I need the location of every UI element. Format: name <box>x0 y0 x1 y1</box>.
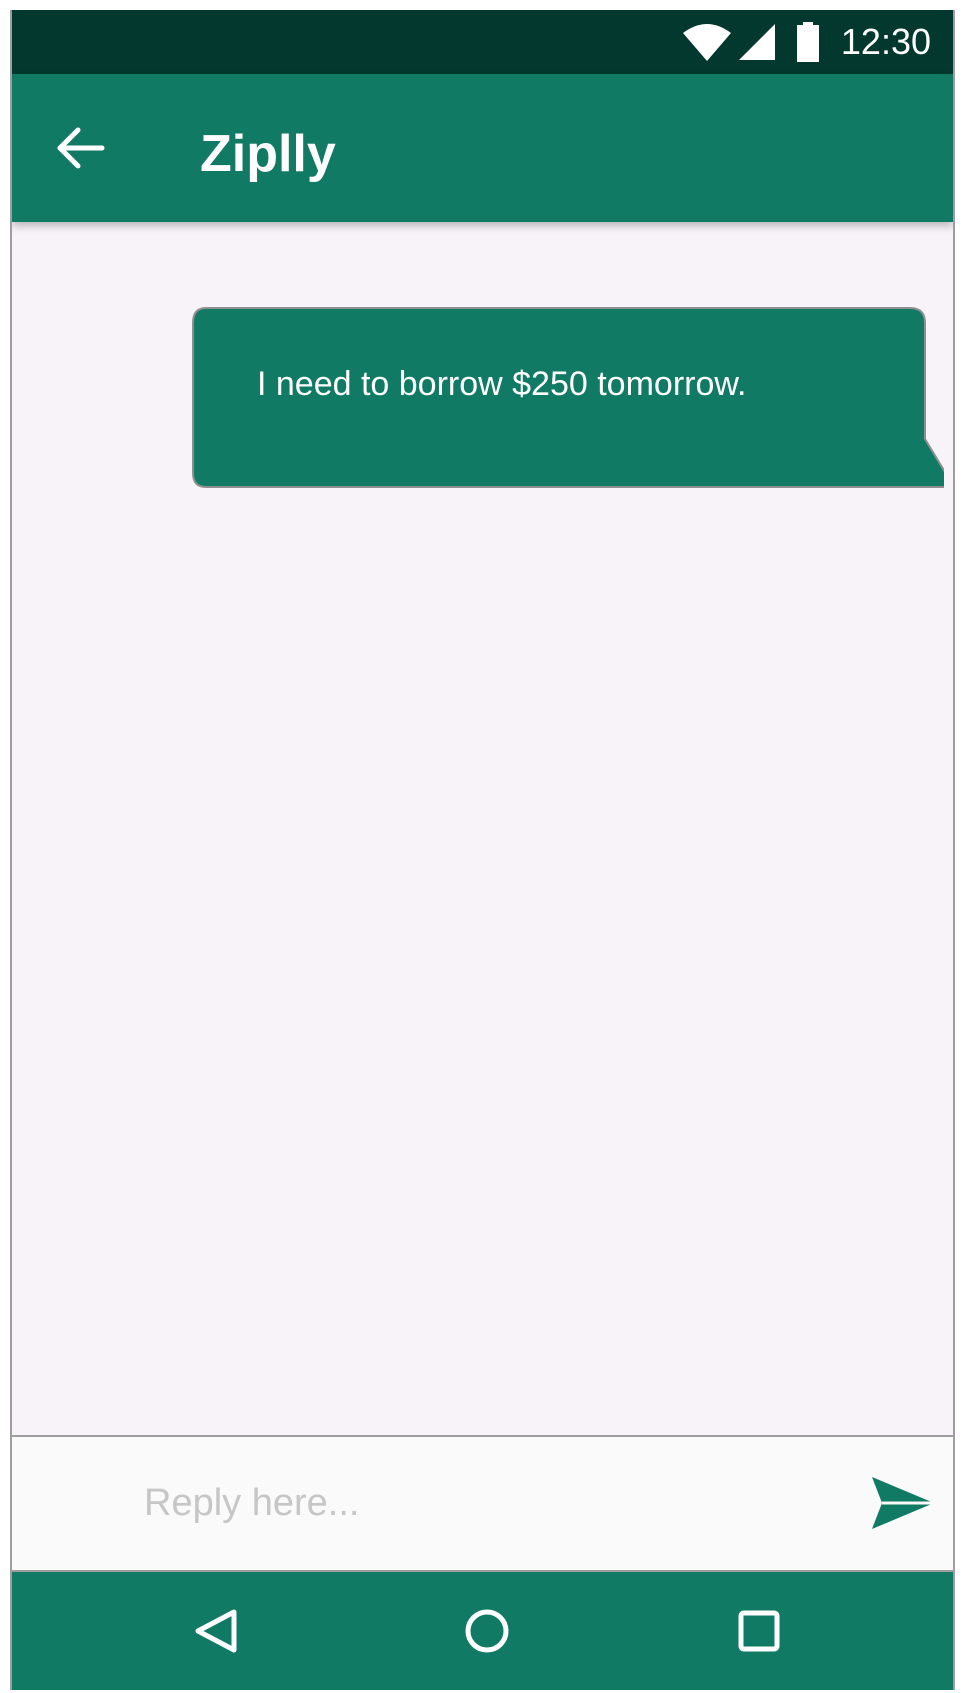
battery-icon <box>796 22 819 62</box>
home-circle-icon <box>456 1609 518 1666</box>
outgoing-message-bubble[interactable]: I need to borrow $250 tomorrow. <box>192 307 944 497</box>
arrow-left-icon <box>50 127 110 182</box>
conversation-title: Ziplly <box>200 125 336 183</box>
nav-recents-button[interactable] <box>728 1600 790 1662</box>
status-bar: 12:30 <box>12 10 953 74</box>
chat-area[interactable]: I need to borrow $250 tomorrow. <box>12 222 953 1435</box>
back-button[interactable] <box>50 118 110 178</box>
status-icons: 12:30 <box>682 20 931 64</box>
cellular-signal-icon <box>738 24 775 60</box>
reply-input[interactable] <box>142 1467 776 1539</box>
system-nav-bar <box>12 1572 953 1690</box>
nav-back-button[interactable] <box>184 1600 246 1662</box>
recents-square-icon <box>728 1610 790 1666</box>
message-text: I need to borrow $250 tomorrow. <box>257 365 747 403</box>
nav-home-button[interactable] <box>456 1600 518 1662</box>
app-bar: Ziplly <box>12 74 953 222</box>
send-icon <box>872 1477 934 1535</box>
phone-screen: 12:30 Ziplly I need to borrow $250 tomor… <box>10 10 955 1690</box>
wifi-icon <box>682 23 731 61</box>
reply-composer <box>12 1435 953 1572</box>
status-time: 12:30 <box>840 21 931 62</box>
send-button[interactable] <box>872 1475 934 1531</box>
back-triangle-icon <box>184 1609 246 1666</box>
